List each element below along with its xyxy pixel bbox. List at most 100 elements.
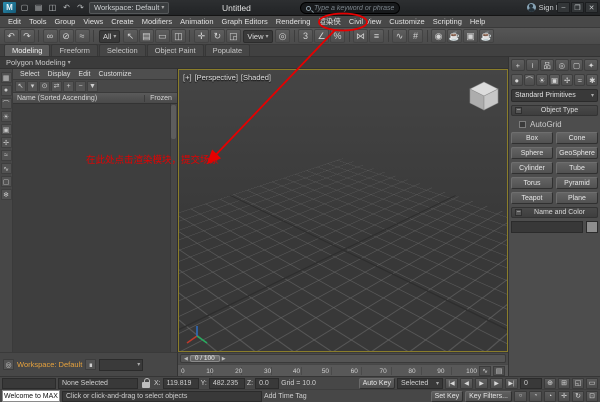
previous-frame-icon[interactable]: ◀ [460,378,473,389]
set-key-button[interactable]: Set Key [431,391,464,402]
menu-rendering[interactable]: Rendering [272,17,315,26]
isolate-selection-icon[interactable]: ◎ [3,359,14,370]
render-production-icon[interactable]: ☕ [479,29,494,43]
undo-icon[interactable]: ↶ [61,2,72,13]
angle-snap-icon[interactable]: ∠ [314,29,329,43]
display-frozen-icon[interactable]: ❄ [1,189,12,200]
selection-set-key-dropdown[interactable]: Selected ▾ [397,378,443,389]
unlink-icon[interactable]: ⊘ [59,29,74,43]
autogrid-checkbox[interactable] [519,121,526,128]
create-tab-icon[interactable]: + [511,59,525,71]
select-children-icon[interactable]: ▾ [27,81,38,92]
explorer-list[interactable] [13,104,177,352]
z-coordinate-field[interactable]: 0.0 [255,378,279,389]
select-by-name-icon[interactable]: ▤ [139,29,154,43]
reference-coordinate-dropdown[interactable]: View ▾ [243,30,272,43]
display-cameras-icon[interactable]: ▣ [1,124,12,135]
selection-filter-dropdown[interactable]: All ▾ [99,30,120,43]
explorer-scrollbar[interactable] [170,104,177,352]
workspace-status-label[interactable]: Workspace: Default [17,360,82,369]
new-scene-icon[interactable]: ▢ [19,2,30,13]
menu-create[interactable]: Create [107,17,138,26]
tab-object-paint[interactable]: Object Paint [147,44,204,56]
viewport-perspective[interactable]: [+] [Perspective] [Shaded] [178,69,508,352]
menu-views[interactable]: Views [79,17,107,26]
cylinder-button[interactable]: Cylinder [511,162,553,174]
display-bones-icon[interactable]: ∿ [1,163,12,174]
max-logo-icon[interactable]: M [3,2,16,13]
systems-icon[interactable]: ✱ [586,74,598,86]
pan-icon[interactable]: ✛ [558,391,570,402]
primitive-category-dropdown[interactable]: Standard Primitives ▾ [511,89,598,102]
viewport-general-menu[interactable]: [+] [183,73,192,82]
find-icon[interactable]: ⊙ [39,81,50,92]
menu-modifiers[interactable]: Modifiers [138,17,176,26]
display-all-icon[interactable]: ▦ [1,72,12,83]
minimize-button[interactable]: – [557,2,570,13]
object-name-field[interactable] [511,221,583,233]
select-rotate-icon[interactable]: ↻ [210,29,225,43]
display-tab-icon[interactable]: ▢ [570,59,584,71]
go-to-start-icon[interactable]: |◀ [445,378,458,389]
time-slider-handle[interactable]: 0 / 100 [190,355,220,362]
viewcube[interactable] [466,80,502,112]
tab-freeform[interactable]: Freeform [51,44,97,56]
align-icon[interactable]: ≡ [369,29,384,43]
explorer-menu-display[interactable]: Display [43,71,74,78]
field-of-view-icon[interactable]: ◔ [544,391,556,402]
menu-help[interactable]: Help [466,17,489,26]
mirror-icon[interactable]: ⋈ [353,29,368,43]
tube-button[interactable]: Tube [556,162,598,174]
select-link-icon[interactable]: ∞ [43,29,58,43]
pick-parent-icon[interactable]: ↖ [15,81,26,92]
x-coordinate-field[interactable]: 119.819 [163,378,199,389]
zoom-icon[interactable]: ⊕ [544,378,556,389]
add-time-tag[interactable]: Add Time Tag [264,393,307,400]
sphere-button[interactable]: Sphere [511,147,553,159]
name-color-rollout[interactable]: − Name and Color [511,207,598,218]
cameras-icon[interactable]: ▣ [549,74,561,86]
zoom-region-icon[interactable]: ▭ [586,378,598,389]
time-slider-track[interactable]: ◀ 0 / 100 ▶ [180,354,506,363]
filter-icon[interactable]: ▼ [87,81,98,92]
search-input[interactable] [314,5,394,12]
key-filters-button[interactable]: Key Filters... [465,391,512,402]
motion-tab-icon[interactable]: ◎ [555,59,569,71]
track-bar[interactable]: 0 10 20 30 40 50 60 70 80 90 100 ∿ ▤ [178,364,508,376]
orbit-icon[interactable]: ↻ [572,391,584,402]
key-mode-icon[interactable]: ○ [514,391,527,402]
geosphere-button[interactable]: GeoSphere [556,147,598,159]
display-spacewarps-icon[interactable]: ≈ [1,150,12,161]
workspace-dropdown[interactable]: Workspace: Default ▾ [89,2,169,14]
tab-modeling[interactable]: Modeling [4,44,50,56]
maxscript-mini-listener[interactable] [2,378,56,389]
collapse-all-icon[interactable]: − [75,81,86,92]
selection-lock-icon[interactable]: ∎ [85,359,96,370]
open-file-icon[interactable]: ▤ [33,2,44,13]
schematic-view-icon[interactable]: # [408,29,423,43]
collapse-icon[interactable]: − [515,209,522,216]
column-header-name[interactable]: Name (Sorted Ascending) [13,95,145,102]
tab-selection[interactable]: Selection [99,44,146,56]
next-frame-arrow-icon[interactable]: ▶ [220,356,228,362]
object-type-rollout[interactable]: − Object Type [511,105,598,116]
menu-civil-view[interactable]: Civil View [345,17,385,26]
auto-key-button[interactable]: Auto Key [359,378,395,389]
helpers-icon[interactable]: ✢ [561,74,573,86]
maximize-viewport-icon[interactable]: ⊡ [586,391,598,402]
material-editor-icon[interactable]: ◉ [431,29,446,43]
explorer-menu-customize[interactable]: Customize [94,71,135,78]
close-button[interactable]: ✕ [585,2,598,13]
object-color-swatch[interactable] [586,221,598,233]
maximize-button[interactable]: ❐ [571,2,584,13]
curve-editor-icon[interactable]: ∿ [392,29,407,43]
ribbon-section-polygon-modeling[interactable]: Polygon Modeling ▾ [0,57,508,69]
open-mini-curve-editor-icon[interactable]: ∿ [479,366,491,376]
zoom-extents-icon[interactable]: ◱ [572,378,584,389]
explorer-menu-select[interactable]: Select [16,71,43,78]
render-setup-icon[interactable]: ☕ [447,29,462,43]
pyramid-button[interactable]: Pyramid [556,177,598,189]
zoom-all-icon[interactable]: ⊞ [558,378,570,389]
display-lights-icon[interactable]: ☀ [1,111,12,122]
select-object-icon[interactable]: ↖ [123,29,138,43]
